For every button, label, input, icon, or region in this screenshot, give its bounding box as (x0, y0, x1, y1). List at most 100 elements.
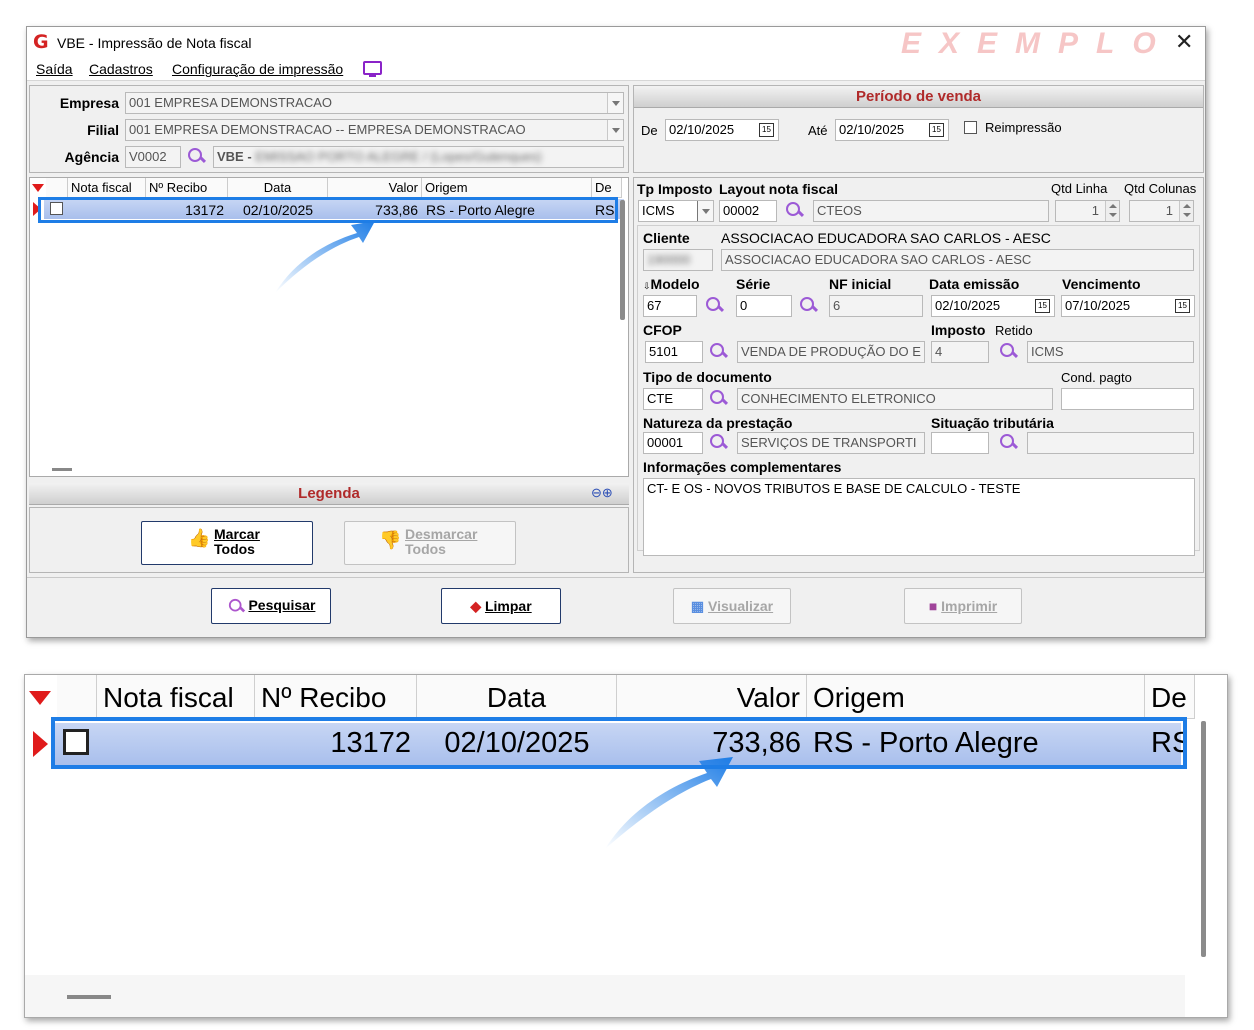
eraser-icon: ◆ (470, 597, 482, 614)
chevron-down-icon[interactable] (607, 93, 623, 113)
search-icon[interactable] (709, 389, 729, 409)
spinner-icon[interactable] (1105, 201, 1119, 221)
qtd-linha-label: Qtd Linha (1051, 181, 1108, 196)
tipo-doc-label: Tipo de documento (643, 369, 772, 385)
search-icon (227, 598, 245, 615)
desmarcar-todos-button[interactable]: 👎 Desmarcar Todos (344, 521, 516, 565)
column-recibo[interactable]: Nº Recibo (146, 178, 228, 198)
menu-saida[interactable]: Saída (36, 61, 73, 77)
tipo-doc-field[interactable]: CTE (643, 388, 703, 410)
chevron-down-icon[interactable] (607, 120, 623, 140)
vencimento-field[interactable]: 07/10/2025 15 (1061, 295, 1195, 317)
ate-date-value: 02/10/2025 (839, 122, 905, 137)
sort-indicator-icon[interactable] (29, 691, 51, 705)
cfop-field[interactable]: 5101 (645, 341, 703, 363)
visualizar-button[interactable]: ▦ Visualizar (673, 588, 791, 624)
column-origem[interactable]: Origem (422, 178, 592, 198)
ate-label: Até (808, 123, 828, 138)
qtd-linha-stepper[interactable]: 1 (1055, 200, 1120, 222)
column-nota-fiscal[interactable]: Nota fiscal (97, 675, 255, 719)
column-destino[interactable]: De (1145, 675, 1195, 719)
calendar-icon[interactable]: 15 (929, 123, 944, 137)
search-icon[interactable] (785, 201, 805, 221)
pesquisar-label: Pesquisar (248, 597, 316, 614)
search-icon[interactable] (705, 296, 725, 316)
situacao-field[interactable] (931, 432, 989, 454)
empresa-select[interactable]: 001 EMPRESA DEMONSTRACAO (125, 92, 624, 114)
tp-imposto-select[interactable]: ICMS (638, 200, 714, 222)
calendar-icon[interactable]: 15 (1175, 299, 1190, 313)
column-valor[interactable]: Valor (328, 178, 422, 198)
qtd-linha-value: 1 (1091, 203, 1099, 218)
column-data[interactable]: Data (228, 178, 328, 198)
chevron-down-icon[interactable] (697, 201, 713, 221)
layout-code-field[interactable]: 00002 (719, 200, 777, 222)
layout-desc-field: CTEOS (813, 200, 1049, 222)
menu-cadastros[interactable]: Cadastros (89, 61, 153, 77)
data-emissao-label: Data emissão (929, 276, 1020, 292)
filial-label: Filial (87, 122, 119, 138)
column-origem[interactable]: Origem (807, 675, 1145, 719)
pesquisar-button[interactable]: Pesquisar (211, 588, 331, 624)
ate-date-field[interactable]: 02/10/2025 15 (835, 119, 949, 141)
modelo-field[interactable]: 67 (643, 295, 697, 317)
data-emissao-field[interactable]: 02/10/2025 15 (931, 295, 1055, 317)
vencimento-label: Vencimento (1062, 276, 1141, 292)
thumbs-down-icon: 👎 (379, 530, 402, 550)
monitor-icon[interactable] (363, 61, 382, 77)
current-row-indicator-icon (33, 731, 48, 757)
info-textarea[interactable]: CT- E OS - NOVOS TRIBUTOS E BASE DE CALC… (643, 478, 1195, 556)
serie-field[interactable]: 0 (736, 295, 792, 317)
reimpressao-checkbox[interactable] (964, 121, 977, 134)
modelo-label-text: Modelo (650, 276, 700, 292)
column-data[interactable]: Data (417, 675, 617, 719)
vertical-scrollbar[interactable] (1201, 721, 1206, 957)
imposto-field[interactable]: 4 (931, 341, 989, 363)
agencia-code-field[interactable]: V0002 (125, 146, 181, 168)
visualizar-label: Visualizar (708, 597, 774, 614)
spinner-icon[interactable] (1179, 201, 1193, 221)
limpar-button[interactable]: ◆ Limpar (441, 588, 561, 624)
pin-icon: ⇩ (643, 281, 651, 291)
close-icon[interactable]: ✕ (1175, 29, 1193, 55)
cliente-name: ASSOCIACAO EDUCADORA SAO CARLOS - AESC (721, 230, 1051, 246)
natureza-desc-field: SERVIÇOS DE TRANSPORTI (737, 432, 925, 454)
qtd-colunas-stepper[interactable]: 1 (1129, 200, 1194, 222)
nf-inicial-label: NF inicial (829, 276, 892, 292)
search-icon[interactable] (709, 433, 729, 453)
calendar-icon[interactable]: 15 (759, 123, 774, 137)
watermark: EXEMPLO (901, 27, 1174, 60)
title-bar: G VBE - Impressão de Nota fiscal EXEMPLO… (27, 27, 1205, 60)
natureza-field[interactable]: 00001 (643, 432, 703, 454)
column-recibo[interactable]: Nº Recibo (255, 675, 417, 719)
sort-indicator-icon[interactable] (32, 184, 44, 192)
de-label: De (641, 123, 658, 138)
search-icon[interactable] (187, 147, 207, 167)
marcar-todos-button[interactable]: 👍 Marcar Todos (141, 521, 313, 565)
tipo-doc-desc-field: CONHECIMENTO ELETRONICO (737, 388, 1053, 410)
imprimir-button[interactable]: ■ Imprimir (904, 588, 1022, 624)
cond-pagto-field[interactable] (1061, 388, 1194, 410)
filial-select[interactable]: 001 EMPRESA DEMONSTRACAO -- EMPRESA DEMO… (125, 119, 624, 141)
vertical-scrollbar[interactable] (620, 200, 625, 320)
zoom-icon[interactable]: ⊖⊕ (591, 485, 613, 501)
calendar-icon[interactable]: 15 (1035, 299, 1050, 313)
de-date-field[interactable]: 02/10/2025 15 (665, 119, 779, 141)
column-valor[interactable]: Valor (617, 675, 807, 719)
horizontal-scrollbar[interactable] (52, 468, 72, 471)
search-icon[interactable] (999, 433, 1019, 453)
agencia-desc-field: VBE - EMISSAO PORTO ALEGRE / (Lopes/Gute… (213, 146, 624, 168)
search-icon[interactable] (799, 296, 819, 316)
column-nota-fiscal[interactable]: Nota fiscal (68, 178, 146, 198)
layout-label: Layout nota fiscal (719, 181, 839, 197)
horizontal-scrollbar[interactable] (67, 995, 111, 999)
menu-configuracao[interactable]: Configuração de impressão (172, 61, 343, 77)
search-icon[interactable] (999, 342, 1019, 362)
cliente-code-blurred: 190000 (647, 252, 691, 267)
legenda-title: Legenda (29, 483, 629, 505)
column-destino[interactable]: De (592, 178, 622, 198)
imposto-label: Imposto (931, 322, 986, 338)
cond-pagto-label: Cond. pagto (1061, 370, 1132, 385)
agencia-desc-prefix: VBE - (217, 149, 252, 164)
search-icon[interactable] (709, 342, 729, 362)
